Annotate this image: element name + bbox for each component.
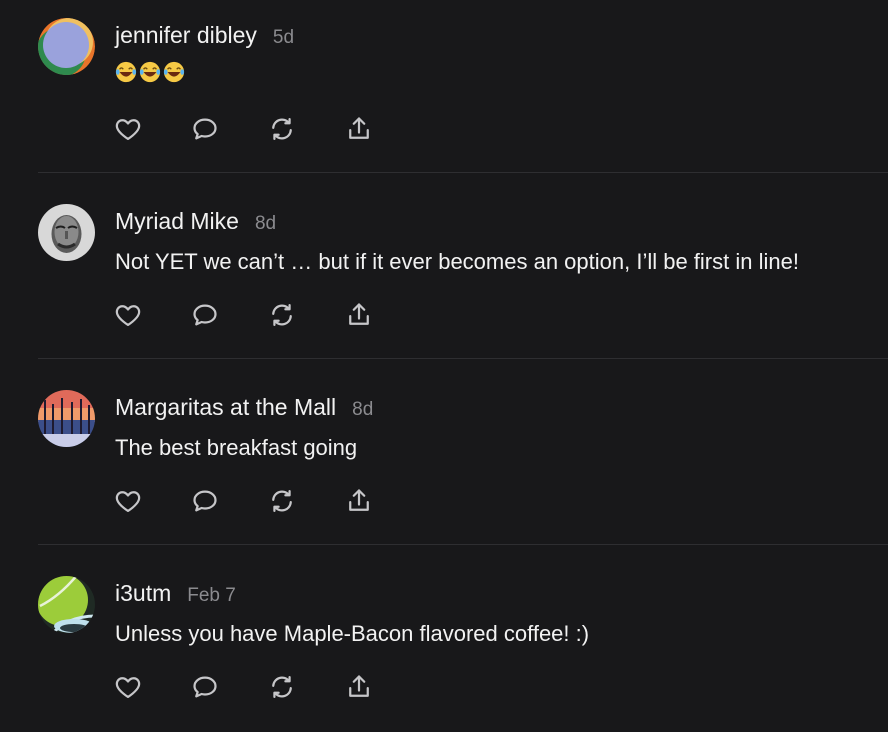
refresh-arrows-icon	[272, 489, 292, 513]
action-bar	[112, 671, 420, 703]
comment-bubble-icon	[193, 676, 217, 698]
like-button[interactable]	[112, 671, 144, 703]
share-button[interactable]	[343, 113, 375, 145]
heart-icon	[115, 119, 141, 141]
reply-button[interactable]	[189, 671, 221, 703]
avatar[interactable]	[38, 576, 95, 633]
comment-item: Margaritas at the Mall 8d The best break…	[0, 372, 888, 558]
comment-header: jennifer dibley 5d	[115, 22, 294, 49]
share-button[interactable]	[343, 299, 375, 331]
portrait-photo-avatar-icon	[38, 204, 95, 261]
comment-item: i3utm Feb 7 Unless you have Maple-Bacon …	[0, 558, 888, 732]
divider	[38, 172, 888, 173]
share-upload-icon	[349, 117, 369, 139]
sunset-trees-avatar-icon	[38, 390, 95, 447]
comment-header: Myriad Mike 8d	[115, 208, 276, 235]
tennis-ball-avatar-icon	[38, 576, 95, 633]
like-button[interactable]	[112, 299, 144, 331]
divider	[38, 544, 888, 545]
author-name[interactable]: Margaritas at the Mall	[115, 394, 336, 421]
restack-button[interactable]	[266, 485, 298, 517]
comment-header: Margaritas at the Mall 8d	[115, 394, 373, 421]
comment-item: jennifer dibley 5d	[0, 0, 888, 186]
reply-button[interactable]	[189, 485, 221, 517]
abstract-gradient-avatar-icon	[38, 18, 95, 75]
laughing-tears-emoji-icon	[115, 61, 137, 83]
comment-bubble-icon	[193, 118, 217, 140]
refresh-arrows-icon	[272, 675, 292, 699]
comment-text: The best breakfast going	[115, 435, 358, 460]
avatar[interactable]	[38, 18, 95, 75]
comment-text: Unless you have Maple-Bacon flavored cof…	[115, 621, 590, 646]
action-bar	[112, 113, 420, 145]
avatar[interactable]	[38, 204, 95, 261]
heart-icon	[115, 305, 141, 327]
refresh-arrows-icon	[272, 117, 292, 141]
restack-button[interactable]	[266, 671, 298, 703]
like-button[interactable]	[112, 113, 144, 145]
restack-button[interactable]	[266, 113, 298, 145]
heart-icon	[115, 677, 141, 699]
avatar[interactable]	[38, 390, 95, 447]
restack-button[interactable]	[266, 299, 298, 331]
share-upload-icon	[349, 675, 369, 697]
comment-text: Not YET we can’t … but if it ever become…	[115, 249, 799, 274]
author-name[interactable]: Myriad Mike	[115, 208, 239, 235]
timestamp[interactable]: Feb 7	[187, 585, 236, 607]
laughing-tears-emoji-icon	[163, 61, 185, 83]
comment-bubble-icon	[193, 490, 217, 512]
comment-feed: jennifer dibley 5d Myriad Mike 8d Not YE…	[0, 0, 888, 732]
share-button[interactable]	[343, 671, 375, 703]
timestamp[interactable]: 8d	[255, 213, 276, 235]
laughing-tears-emoji-icon	[139, 61, 161, 83]
action-bar	[112, 485, 420, 517]
share-button[interactable]	[343, 485, 375, 517]
action-bar	[112, 299, 420, 331]
comment-item: Myriad Mike 8d Not YET we can’t … but if…	[0, 186, 888, 372]
divider	[38, 358, 888, 359]
comment-bubble-icon	[193, 304, 217, 326]
heart-icon	[115, 491, 141, 513]
emoji-row	[115, 61, 187, 83]
timestamp[interactable]: 5d	[273, 27, 294, 49]
comment-header: i3utm Feb 7	[115, 580, 236, 607]
author-name[interactable]: i3utm	[115, 580, 171, 607]
like-button[interactable]	[112, 485, 144, 517]
reply-button[interactable]	[189, 113, 221, 145]
timestamp[interactable]: 8d	[352, 399, 373, 421]
comment-text: 😂😂😂	[115, 59, 187, 83]
refresh-arrows-icon	[272, 303, 292, 327]
reply-button[interactable]	[189, 299, 221, 331]
author-name[interactable]: jennifer dibley	[115, 22, 257, 49]
share-upload-icon	[349, 303, 369, 325]
share-upload-icon	[349, 489, 369, 511]
